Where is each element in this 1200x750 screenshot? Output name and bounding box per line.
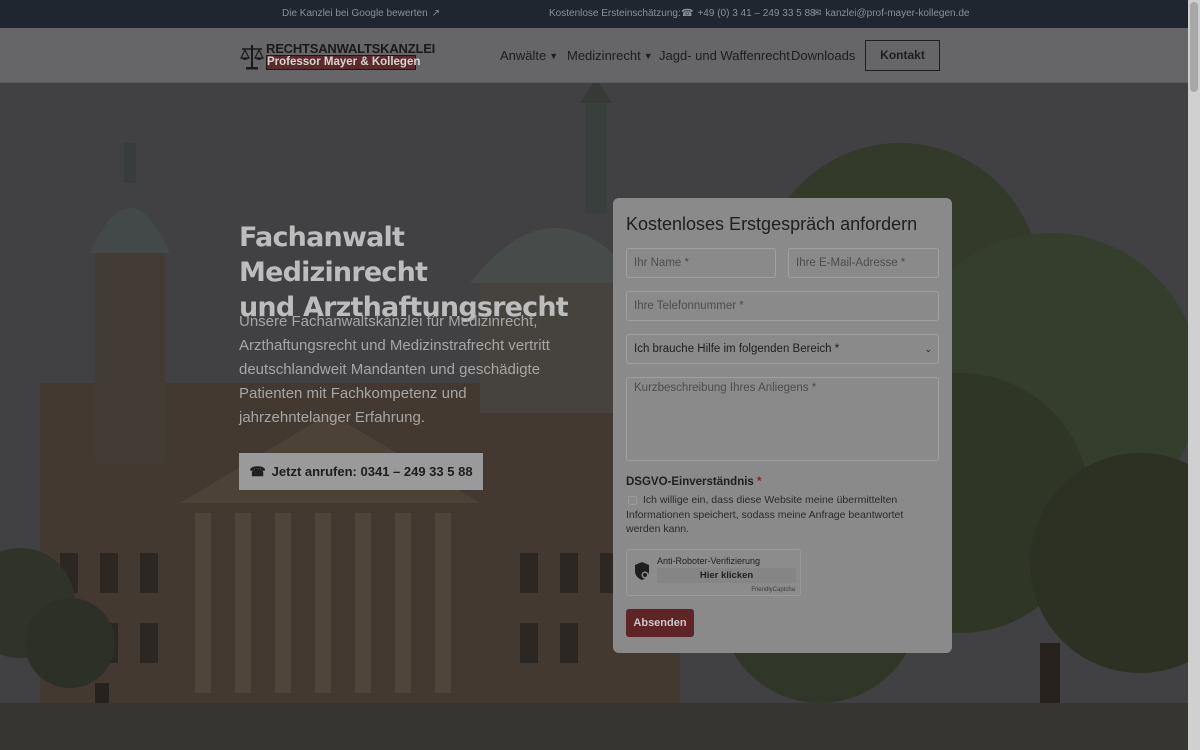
- shield-icon: [635, 562, 649, 580]
- nav-label: Downloads: [791, 48, 856, 63]
- scales-of-justice-icon: [240, 45, 264, 70]
- chevron-down-icon: ⌄: [924, 344, 932, 354]
- nav-item-anwaelte[interactable]: Anwälte ▼: [500, 48, 558, 63]
- nav-item-medizinrecht[interactable]: Medizinrecht ▼: [567, 48, 653, 63]
- phone-icon: ☎: [681, 8, 694, 19]
- topbar-phone-link[interactable]: ☎ +49 (0) 3 41 – 249 33 5 88: [681, 8, 816, 19]
- captcha-button[interactable]: Hier klicken: [657, 568, 796, 583]
- page-scrollbar[interactable]: [1188, 0, 1200, 750]
- contact-button[interactable]: Kontakt: [865, 40, 940, 71]
- area-select[interactable]: Ich brauche Hilfe im folgenden Bereich *…: [626, 334, 939, 364]
- call-now-label: Jetzt anrufen: 0341 – 249 33 5 88: [271, 464, 473, 479]
- captcha-widget: Anti-Roboter-Verifizierung Hier klicken …: [626, 549, 801, 596]
- area-select-value: Ich brauche Hilfe im folgenden Bereich *: [634, 343, 840, 355]
- hero-title-line1: Fachanwalt Medizinrecht: [239, 222, 428, 288]
- google-review-link[interactable]: Die Kanzlei bei Google bewerten ↗: [282, 8, 440, 19]
- top-utility-bar: Die Kanzlei bei Google bewerten ↗ Kosten…: [0, 0, 1188, 28]
- nav-item-jagd-waffenrecht[interactable]: Jagd- und Waffenrecht: [659, 48, 790, 63]
- scrollbar-thumb[interactable]: [1190, 2, 1198, 92]
- call-now-button[interactable]: ☎ Jetzt anrufen: 0341 – 249 33 5 88: [239, 453, 483, 490]
- form-title: Kostenloses Erstgespräch anfordern: [626, 214, 918, 234]
- nav-label: Anwälte: [500, 48, 547, 63]
- logo-subtitle: Professor Mayer & Kollegen: [266, 55, 421, 70]
- topbar-email-link[interactable]: ✉ kanzlei@prof-mayer-kollegen.de: [813, 8, 970, 19]
- email-input[interactable]: Ihre E-Mail-Adresse *: [788, 248, 939, 278]
- dsgvo-label: DSGVO-Einverständnis *: [626, 476, 762, 488]
- captcha-title: Anti-Roboter-Verifizierung: [657, 556, 761, 566]
- description-textarea[interactable]: Kurzbeschreibung Ihres Anliegens *: [626, 377, 939, 461]
- nav-label: Jagd- und Waffenrecht: [659, 48, 790, 63]
- site-logo[interactable]: RECHTSANWALTSKANZLEI Professor Mayer & K…: [240, 41, 435, 71]
- consultation-form: Kostenloses Erstgespräch anfordern Ihr N…: [613, 198, 952, 653]
- dsgvo-label-text: DSGVO-Einverständnis: [626, 476, 754, 488]
- phone-icon: ☎: [249, 464, 266, 479]
- external-link-icon: ↗: [431, 8, 441, 19]
- consent-checkbox[interactable]: [628, 496, 637, 505]
- envelope-icon: ✉: [813, 8, 822, 19]
- logo-title: RECHTSANWALTSKANZLEI: [266, 41, 436, 56]
- topbar-phone: +49 (0) 3 41 – 249 33 5 88: [697, 8, 816, 19]
- hero-section: [0, 83, 1188, 750]
- site-header: RECHTSANWALTSKANZLEI Professor Mayer & K…: [0, 28, 1188, 83]
- required-mark: *: [757, 476, 762, 488]
- topbar-email: kanzlei@prof-mayer-kollegen.de: [825, 8, 970, 19]
- captcha-brand: FriendlyCaptcha: [751, 587, 795, 593]
- free-assessment-label: Kostenlose Ersteinschätzung:: [549, 8, 681, 19]
- google-review-label: Die Kanzlei bei Google bewerten: [282, 8, 428, 19]
- nav-item-downloads[interactable]: Downloads: [791, 48, 855, 63]
- name-input[interactable]: Ihr Name *: [626, 248, 776, 278]
- submit-button[interactable]: Absenden: [626, 609, 694, 637]
- consent-text: Ich willige ein, dass diese Website mein…: [626, 494, 904, 535]
- phone-input[interactable]: Ihre Telefonnummer *: [626, 291, 939, 321]
- hero-description: Unsere Fachanwaltskanzlei für Medizinrec…: [239, 313, 550, 426]
- chevron-down-icon: ▼: [549, 50, 559, 61]
- chevron-down-icon: ▼: [643, 50, 653, 61]
- hero-overlay: [0, 83, 1188, 750]
- nav-label: Medizinrecht: [567, 48, 641, 63]
